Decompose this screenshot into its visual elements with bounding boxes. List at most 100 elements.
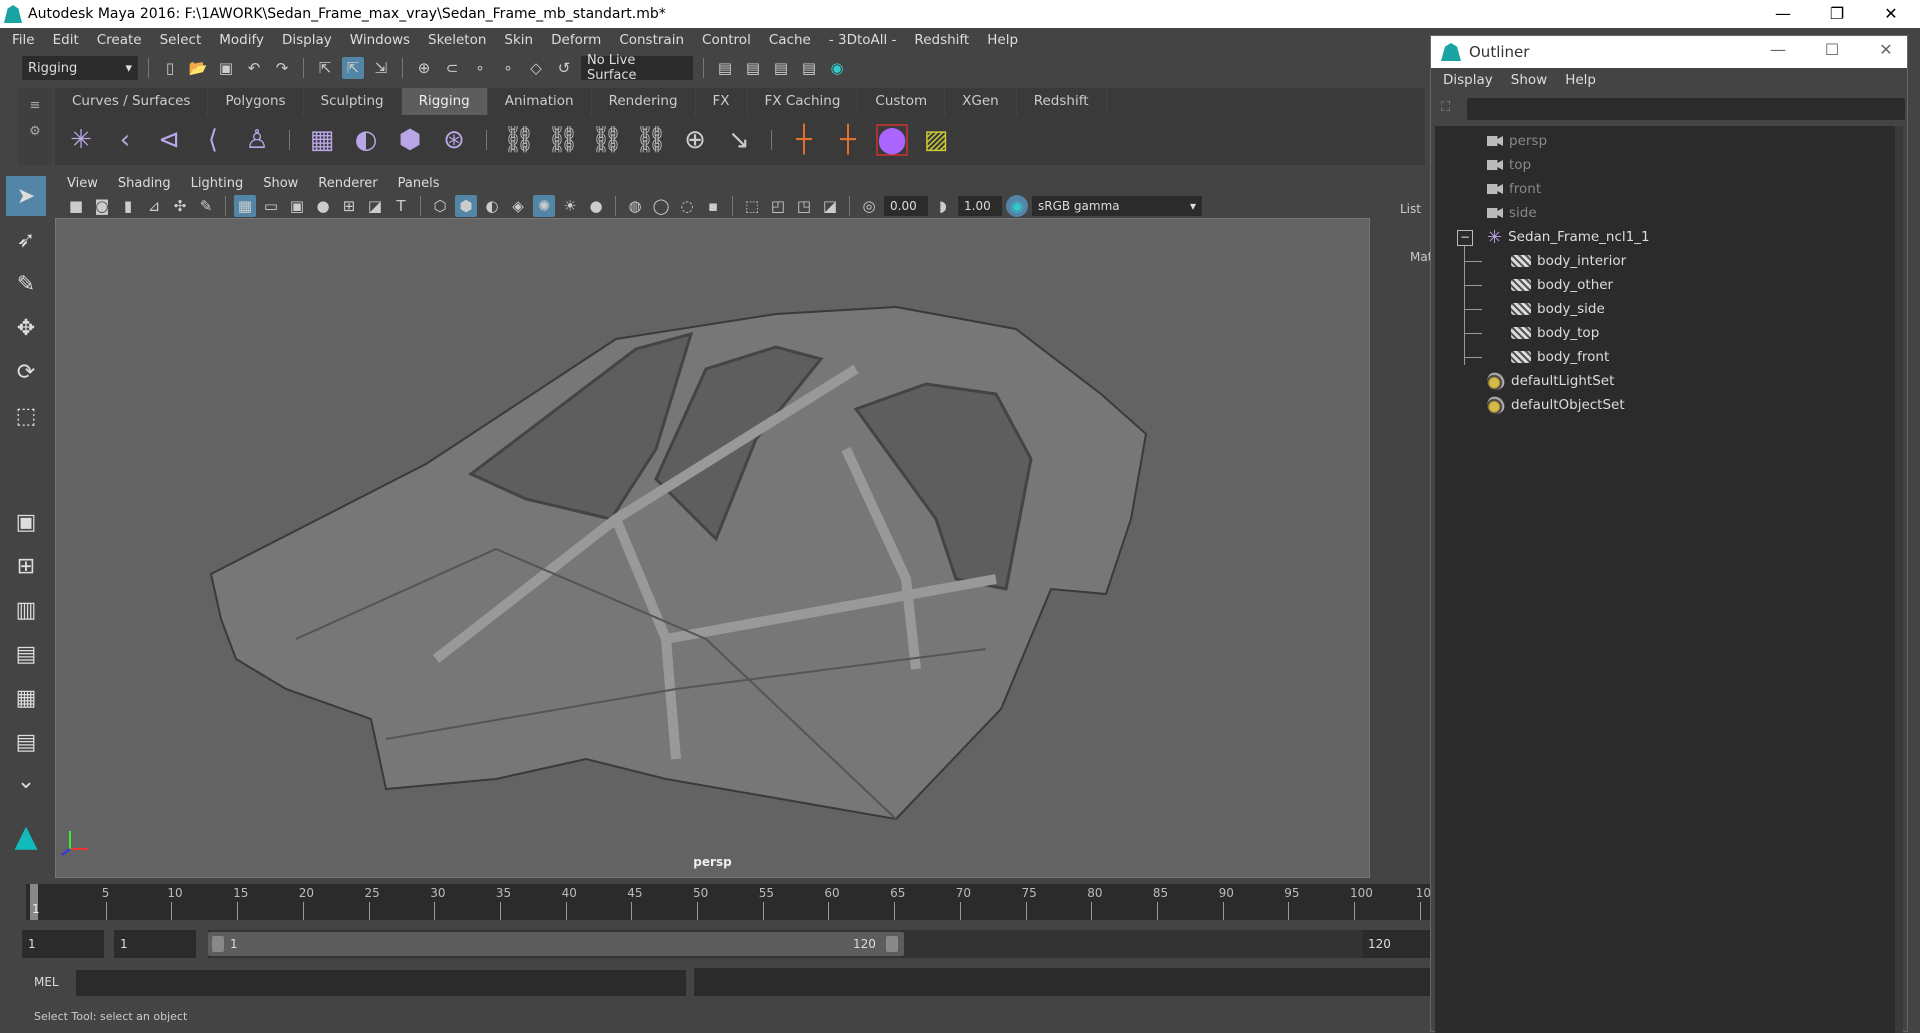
use-all-lights-icon[interactable]: ✺ xyxy=(533,195,555,217)
tree-item-persp[interactable]: persp xyxy=(1487,130,1547,152)
tab-curves-surfaces[interactable]: Curves / Surfaces xyxy=(55,88,209,115)
panel-menu-shading[interactable]: Shading xyxy=(118,176,171,191)
ik-handle-icon[interactable]: ‹ xyxy=(109,124,141,156)
film-gate-icon[interactable]: ▭ xyxy=(260,195,282,217)
outliner-close-button[interactable]: ✕ xyxy=(1859,36,1913,64)
grid-icon[interactable]: ▦ xyxy=(234,195,256,217)
menu-skin[interactable]: Skin xyxy=(504,32,533,48)
tab-redshift[interactable]: Redshift xyxy=(1017,88,1107,115)
restore-button[interactable]: ❐ xyxy=(1810,0,1864,28)
tree-item-front[interactable]: front xyxy=(1487,178,1541,200)
live-surface-field[interactable]: No Live Surface xyxy=(581,53,693,83)
image-plane-icon[interactable]: ⊿ xyxy=(143,195,165,217)
panel-menu-lighting[interactable]: Lighting xyxy=(191,176,244,191)
color-space-dropdown[interactable]: sRGB gamma ▾ xyxy=(1032,196,1202,216)
wireframe-icon[interactable]: ⬡ xyxy=(429,195,451,217)
undo-icon[interactable]: ↶ xyxy=(243,57,265,79)
save-scene-icon[interactable]: ▣ xyxy=(215,57,237,79)
smooth-bind-icon[interactable]: ◐ xyxy=(350,124,382,156)
menu-display[interactable]: Display xyxy=(282,32,332,48)
ik-spline-icon[interactable]: ⊲ xyxy=(153,124,185,156)
orient-constraint-icon[interactable]: ⛓ xyxy=(591,124,624,156)
tree-item-body-interior[interactable]: body_interior xyxy=(1511,250,1626,272)
xray-joints-icon[interactable]: ◌ xyxy=(676,195,698,217)
xray-components-icon[interactable]: ▪ xyxy=(702,195,724,217)
single-perspective-layout-icon[interactable]: ▣ xyxy=(6,502,46,542)
list-label[interactable]: List xyxy=(1400,202,1421,216)
snap-surface-icon[interactable]: ◇ xyxy=(525,57,547,79)
menu-select[interactable]: Select xyxy=(160,32,202,48)
menu-modify[interactable]: Modify xyxy=(219,32,264,48)
wireframe-on-shaded-icon[interactable]: ◐ xyxy=(481,195,503,217)
shelf-options[interactable]: ≡ ⚙ xyxy=(18,88,52,165)
snap-live-icon[interactable]: ↺ xyxy=(553,57,575,79)
snap-curve-icon[interactable]: ⊂ xyxy=(441,57,463,79)
tree-item-body-other[interactable]: body_other xyxy=(1511,274,1613,296)
hud2-icon[interactable]: ◳ xyxy=(793,195,815,217)
menu-cache[interactable]: Cache xyxy=(769,32,811,48)
tab-polygons[interactable]: Polygons xyxy=(208,88,304,115)
mel-input[interactable] xyxy=(76,970,686,996)
tree-item-body-top[interactable]: body_top xyxy=(1511,322,1599,344)
menu-3dtoall[interactable]: - 3DtoAll - xyxy=(829,32,897,48)
2d-pan-zoom-icon[interactable]: ✣ xyxy=(169,195,191,217)
render-frame-icon[interactable]: ▤ xyxy=(742,57,764,79)
outliner-maximize-button[interactable]: ☐ xyxy=(1805,36,1859,64)
persp-graph-layout-icon[interactable]: ▤ xyxy=(6,634,46,674)
scale-constraint-icon[interactable]: ⛓ xyxy=(635,124,668,156)
camera-attributes-icon[interactable]: ◙ xyxy=(91,195,113,217)
humanik-icon[interactable]: ♙ xyxy=(241,124,273,156)
pole-vector-icon[interactable]: ↘ xyxy=(723,124,755,156)
tab-fx-caching[interactable]: FX Caching xyxy=(748,88,859,115)
gamma-field[interactable]: 1.00 xyxy=(958,196,1002,216)
viewport-persp[interactable]: persp xyxy=(55,218,1370,878)
time-slider[interactable]: 1 5 10 15 20 25 30 35 40 45 50 55 60 65 70 75 80 85 90 95 1… xyxy=(26,884,1439,920)
bind-skin-icon[interactable]: ▦ xyxy=(306,124,338,156)
lattice-icon[interactable]: ⬢ xyxy=(394,124,426,156)
new-scene-icon[interactable]: ▯ xyxy=(159,57,181,79)
menu-help[interactable]: Help xyxy=(987,32,1018,48)
set-driven-key-icon[interactable]: ┼ xyxy=(832,124,864,156)
rotate-tool-icon[interactable]: ⟳ xyxy=(6,352,46,392)
panel-menu-panels[interactable]: Panels xyxy=(398,176,440,191)
tree-item-body-side[interactable]: body_side xyxy=(1511,298,1605,320)
grease-pencil-icon[interactable]: ✎ xyxy=(195,195,217,217)
mel-label[interactable]: MEL xyxy=(34,975,59,989)
start-time-field[interactable]: 1 xyxy=(22,930,104,958)
menu-windows[interactable]: Windows xyxy=(350,32,410,48)
panel-menu-show[interactable]: Show xyxy=(263,176,298,191)
ipr-render-icon[interactable]: ▤ xyxy=(770,57,792,79)
redo-icon[interactable]: ↷ xyxy=(271,57,293,79)
snap-view-icon[interactable]: ∘ xyxy=(497,57,519,79)
graph-layout-icon[interactable]: ▤ xyxy=(6,722,46,762)
field-chart-icon[interactable]: ⊞ xyxy=(338,195,360,217)
parent-constraint-icon[interactable]: ⛓ xyxy=(503,124,536,156)
menu-create[interactable]: Create xyxy=(97,32,142,48)
filter-icon[interactable]: ⛶ xyxy=(1441,100,1450,115)
panel-menu-view[interactable]: View xyxy=(67,176,98,191)
outliner-menu-help[interactable]: Help xyxy=(1565,72,1596,88)
close-button[interactable]: ✕ xyxy=(1864,0,1918,28)
layer-icon[interactable]: ▨ xyxy=(920,124,952,156)
outliner-search-input[interactable] xyxy=(1467,98,1905,120)
hypershade-layout-icon[interactable]: ▦ xyxy=(6,678,46,718)
outliner-minimize-button[interactable]: — xyxy=(1751,36,1805,64)
menuset-dropdown[interactable]: Rigging ▾ xyxy=(22,56,138,80)
3dtoall-icon[interactable]: ⬤ xyxy=(876,124,908,156)
shadows-icon[interactable]: ☀ xyxy=(559,195,581,217)
aim-constraint-icon[interactable]: ⊕ xyxy=(679,124,711,156)
range-slider[interactable]: 1 120 xyxy=(208,930,1378,958)
range-end-handle[interactable] xyxy=(886,936,898,952)
tab-xgen[interactable]: XGen xyxy=(945,88,1017,115)
lasso-tool-icon[interactable]: ➶ xyxy=(6,220,46,260)
render-settings-icon[interactable]: ▤ xyxy=(798,57,820,79)
menu-file[interactable]: File xyxy=(12,32,35,48)
minimize-button[interactable]: — xyxy=(1756,0,1810,28)
locator-icon[interactable]: ┼ xyxy=(788,124,820,156)
paint-select-icon[interactable]: ✎ xyxy=(6,264,46,304)
panel-menu-renderer[interactable]: Renderer xyxy=(318,176,377,191)
mirror-joint-icon[interactable]: ⟨ xyxy=(197,124,229,156)
exposure-field[interactable]: 0.00 xyxy=(884,196,928,216)
xray-icon[interactable]: ◯ xyxy=(650,195,672,217)
range-slider-bar[interactable]: 1 120 xyxy=(208,932,904,956)
